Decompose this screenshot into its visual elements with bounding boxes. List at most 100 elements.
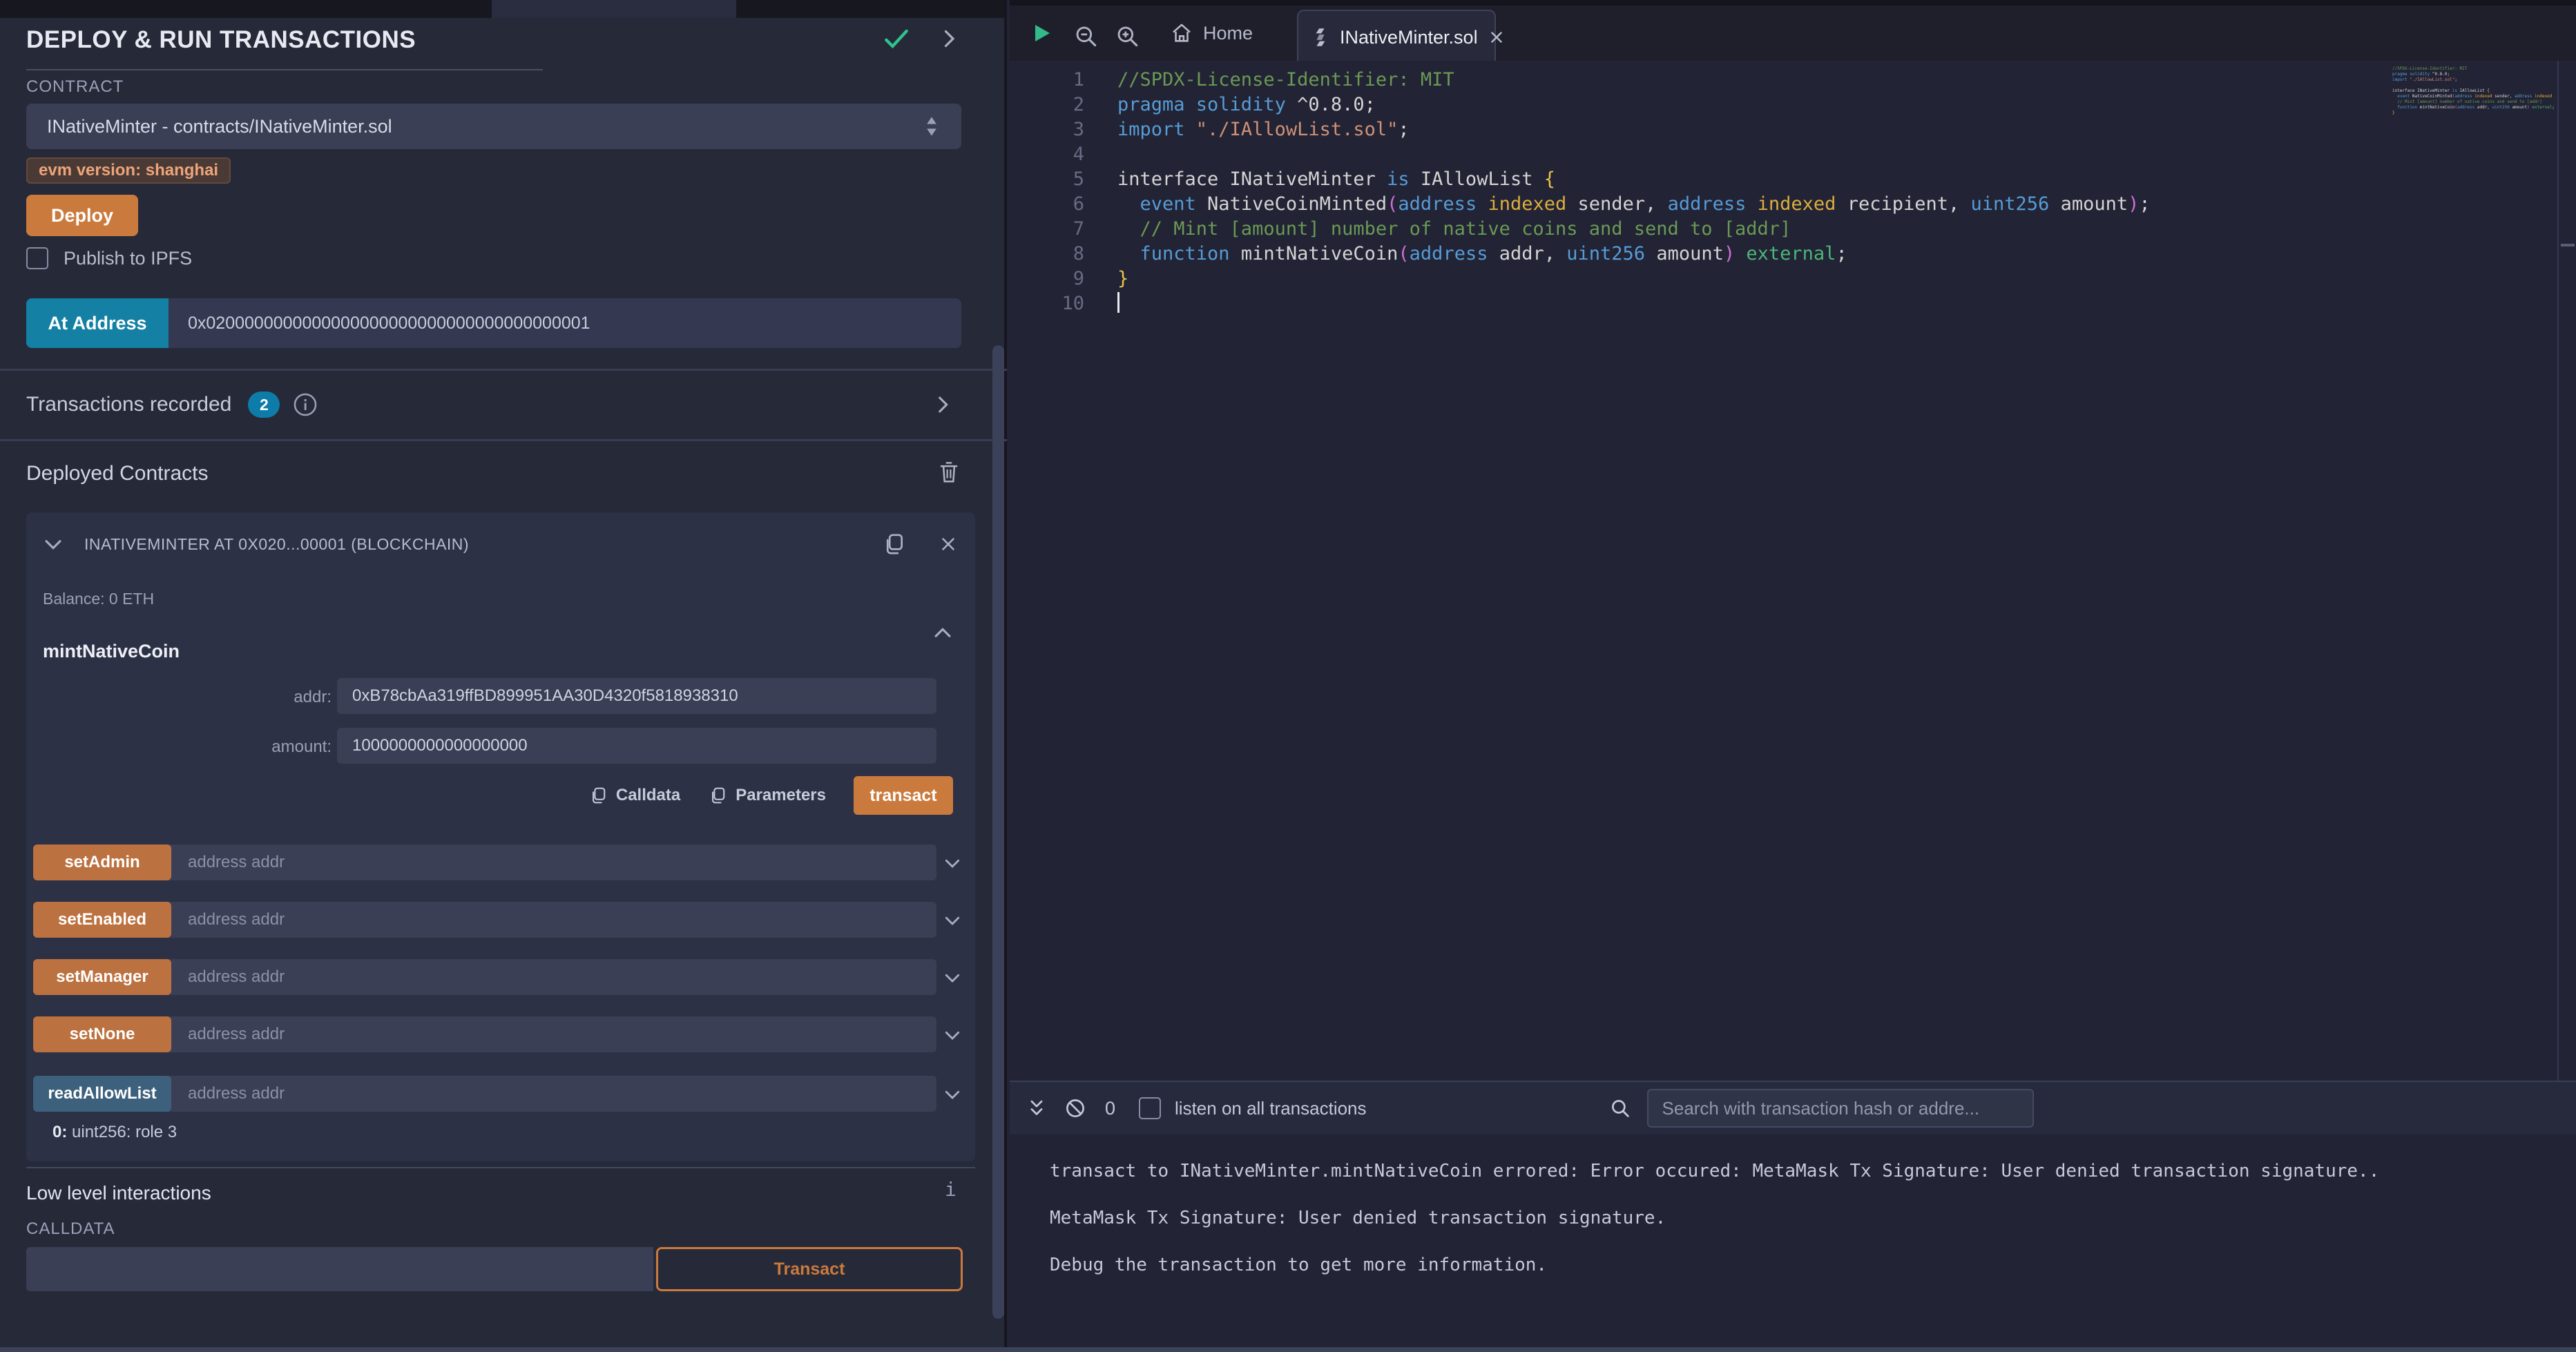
zoom-out-icon[interactable]	[1073, 23, 1099, 50]
section-divider	[0, 439, 1007, 441]
run-script-play-icon[interactable]	[1029, 21, 1054, 46]
addr-param-label: addr:	[52, 688, 331, 707]
collapse-panel-chevron-icon[interactable]	[936, 26, 961, 51]
code-lines: 1//SPDX-License-Identifier: MIT2pragma s…	[1010, 68, 2529, 316]
line-number: 9	[1010, 267, 1084, 291]
publish-to-ipfs-checkbox[interactable]	[26, 247, 48, 269]
code-line-9: 9}	[1010, 267, 2529, 291]
bottom-statusbar-edge	[0, 1347, 2576, 1352]
terminal-toolbar: 0 listen on all transactions	[1010, 1081, 2576, 1134]
amount-param-input[interactable]	[337, 728, 936, 764]
terminal-search-input[interactable]	[1647, 1089, 2034, 1128]
setAdmin-input[interactable]	[171, 844, 936, 880]
setEnabled-button[interactable]: setEnabled	[33, 902, 171, 938]
transactions-count-badge: 2	[248, 392, 280, 418]
zoom-in-icon[interactable]	[1115, 23, 1141, 50]
publish-to-ipfs-label: Publish to IPFS	[64, 248, 192, 269]
solidity-file-icon	[1311, 26, 1330, 48]
terminal-log-line: transact to INativeMinter.mintNativeCoin…	[1050, 1161, 2500, 1181]
trash-icon[interactable]	[936, 458, 961, 485]
line-number: 7	[1010, 217, 1084, 242]
at-address-input[interactable]	[169, 298, 961, 348]
contract-label: CONTRACT	[26, 77, 124, 97]
code-line-7: 7 // Mint [amount] number of native coin…	[1010, 217, 2529, 242]
setAdmin-button[interactable]: setAdmin	[33, 844, 171, 880]
readAllowList-input[interactable]	[171, 1076, 936, 1112]
code-line-1: 1//SPDX-License-Identifier: MIT	[1010, 68, 2529, 93]
editor-scrollbar-thumb[interactable]	[2561, 244, 2575, 247]
expand-transactions-chevron-icon[interactable]	[931, 393, 954, 416]
code-line-5: 5interface INativeMinter is IAllowList {	[1010, 167, 2529, 192]
terminal-log-line: Debug the transaction to get more inform…	[1050, 1255, 2500, 1275]
setManager-input[interactable]	[171, 959, 936, 995]
readAllowList-button[interactable]: readAllowList	[33, 1076, 171, 1112]
home-icon	[1170, 21, 1193, 45]
expand-setAdmin-chevron-icon[interactable]	[942, 853, 963, 873]
deploy-button[interactable]: Deploy	[26, 195, 138, 236]
expand-setEnabled-chevron-icon[interactable]	[942, 910, 963, 931]
terminal-output[interactable]: transact to INativeMinter.mintNativeCoin…	[1050, 1134, 2500, 1275]
function-row-setAdmin: setAdmin	[33, 844, 963, 880]
tab-close-icon[interactable]	[1488, 28, 1506, 46]
line-number: 6	[1010, 192, 1084, 217]
addr-param-input[interactable]	[337, 678, 936, 714]
line-number: 4	[1010, 142, 1084, 167]
tab-inativeminter-sol[interactable]: INativeMinter.sol	[1297, 10, 1496, 64]
select-arrows-icon	[923, 115, 941, 138]
editor-column: Home INativeMinter.sol 1//SPDX-License-I…	[1010, 0, 2576, 1352]
copy-address-icon[interactable]	[881, 531, 906, 557]
line-number: 5	[1010, 167, 1084, 192]
at-address-button[interactable]: At Address	[26, 298, 169, 348]
clear-console-icon[interactable]	[1064, 1097, 1087, 1120]
low-level-calldata-label: CALLDATA	[26, 1219, 115, 1239]
code-line-8: 8 function mintNativeCoin(address addr, …	[1010, 242, 2529, 267]
setManager-button[interactable]: setManager	[33, 959, 171, 995]
code-editor[interactable]: 1//SPDX-License-Identifier: MIT2pragma s…	[1010, 61, 2576, 1081]
editor-tabbar: Home INativeMinter.sol	[1010, 0, 2576, 61]
collapse-function-chevron-icon[interactable]	[931, 621, 954, 645]
deploy-run-panel: DEPLOY & RUN TRANSACTIONS CONTRACT INati…	[0, 0, 1007, 1352]
line-number: 1	[1010, 68, 1084, 93]
setNone-input[interactable]	[171, 1016, 936, 1052]
section-divider	[26, 1167, 975, 1168]
copy-parameters-button[interactable]: Parameters	[708, 785, 826, 806]
collapse-contract-chevron-icon[interactable]	[41, 532, 65, 556]
expand-setNone-chevron-icon[interactable]	[942, 1025, 963, 1045]
deployed-contracts-title: Deployed Contracts	[26, 462, 208, 485]
tab-home-label: Home	[1203, 23, 1253, 44]
transactions-recorded-row[interactable]: Transactions recorded 2	[26, 384, 982, 425]
remove-contract-close-icon[interactable]	[938, 534, 959, 554]
tab-home[interactable]: Home	[1160, 6, 1262, 61]
copy-parameters-label: Parameters	[736, 786, 826, 805]
terminal-collapse-double-chevron-icon[interactable]	[1025, 1097, 1048, 1120]
listen-transactions-checkbox[interactable]	[1139, 1097, 1161, 1119]
expand-setManager-chevron-icon[interactable]	[942, 967, 963, 988]
code-line-3: 3import "./IAllowList.sol";	[1010, 117, 2529, 142]
copy-calldata-button[interactable]: Calldata	[588, 785, 680, 806]
function-row-setEnabled: setEnabled	[33, 902, 963, 938]
setEnabled-input[interactable]	[171, 902, 936, 938]
code-line-6: 6 event NativeCoinMinted(address indexed…	[1010, 192, 2529, 217]
terminal-log-line: MetaMask Tx Signature: User denied trans…	[1050, 1208, 2500, 1228]
editor-minimap[interactable]: //SPDX-License-Identifier: MITpragma sol…	[2392, 66, 2555, 149]
setNone-button[interactable]: setNone	[33, 1016, 171, 1052]
low-level-calldata-input[interactable]	[26, 1247, 653, 1291]
transactions-recorded-label: Transactions recorded	[26, 393, 231, 416]
expand-readAllowList-chevron-icon[interactable]	[942, 1084, 963, 1105]
deployed-contract-card: INATIVEMINTER AT 0X020...00001 (BLOCKCHA…	[26, 512, 975, 1161]
low-level-transact-button[interactable]: Transact	[656, 1247, 963, 1291]
contract-balance: Balance: 0 ETH	[43, 590, 154, 608]
code-line-4: 4	[1010, 142, 2529, 167]
panel-top-strip	[0, 0, 1004, 18]
transact-button[interactable]: transact	[854, 776, 953, 815]
function-row-setManager: setManager	[33, 959, 963, 995]
low-level-info-icon: i	[945, 1178, 957, 1201]
deployed-contract-header[interactable]: INATIVEMINTER AT 0X020...00001 (BLOCKCHA…	[26, 529, 975, 559]
section-divider	[0, 369, 1007, 371]
panel-scrollbar-thumb[interactable]	[992, 345, 1004, 1319]
tab-file-label: INativeMinter.sol	[1340, 27, 1478, 48]
contract-select[interactable]: INativeMinter - contracts/INativeMinter.…	[26, 104, 961, 149]
amount-param-label: amount:	[52, 737, 331, 757]
search-icon	[1608, 1097, 1632, 1120]
low-level-title: Low level interactions	[26, 1182, 211, 1204]
